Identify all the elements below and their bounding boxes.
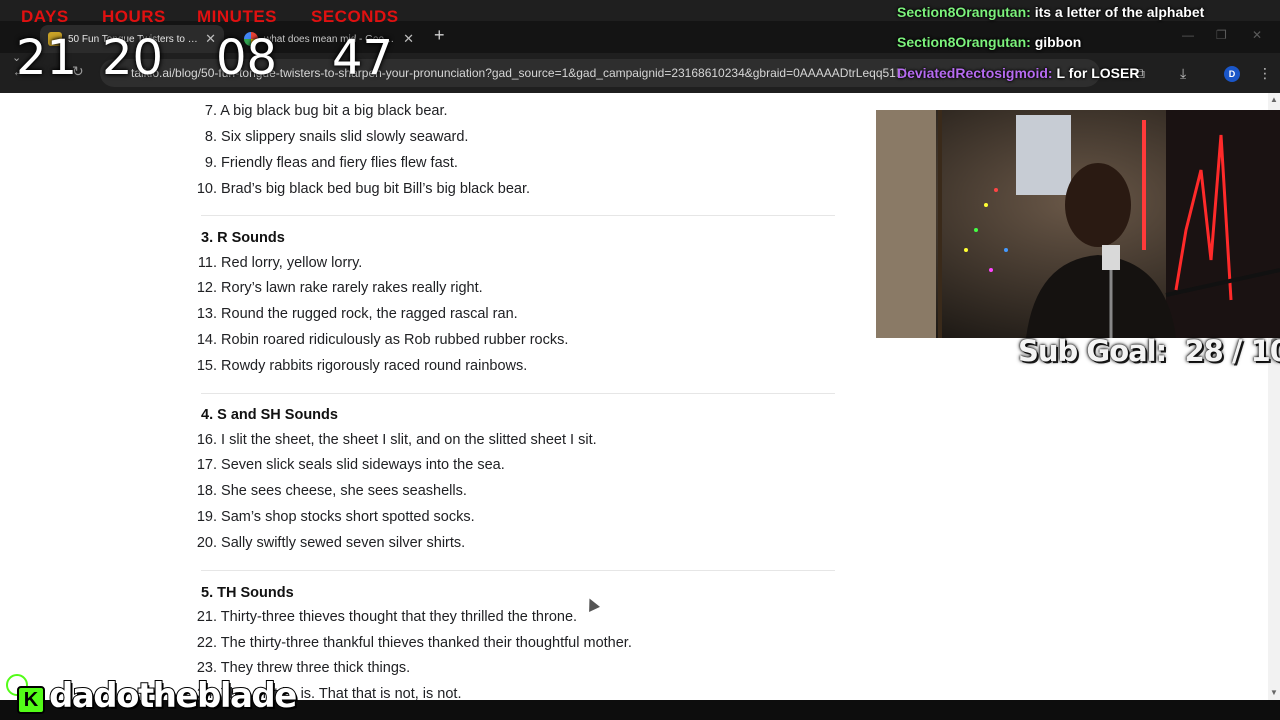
download-icon[interactable]: ⤓	[1180, 65, 1186, 82]
webcam-feed	[876, 110, 1280, 338]
chat-message: DeviatedRectosigmoid: L for LOSER	[897, 65, 1139, 81]
list-item: 20. Sally swiftly sewed seven silver shi…	[196, 535, 466, 551]
chat-username: Section8Orangutan:	[897, 34, 1031, 50]
menu-kebab-icon[interactable]: ⋮	[1258, 65, 1272, 82]
section-heading-th: 5. TH Sounds	[201, 585, 294, 601]
section-divider	[201, 215, 835, 216]
chat-message: Section8Orangutan: its a letter of the a…	[897, 4, 1204, 20]
minutes-label: MINUTES	[197, 7, 277, 26]
list-item: 11. Red lorry, yellow lorry.	[197, 255, 363, 271]
section-heading-s: 4. S and SH Sounds	[201, 407, 338, 423]
list-item: 22. The thirty-three thankful thieves th…	[196, 635, 632, 651]
new-tab-button[interactable]: +	[434, 26, 445, 44]
minutes-value: 08	[216, 30, 278, 86]
days-value: 21	[16, 30, 78, 86]
chat-username: Section8Orangutan:	[897, 4, 1031, 20]
profile-avatar[interactable]: D	[1224, 66, 1240, 82]
list-item: 23. They threw three thick things.	[196, 660, 411, 676]
close-window-icon[interactable]: ✕	[1252, 28, 1262, 42]
maximize-icon[interactable]: ❐	[1216, 28, 1227, 42]
list-item: 17. Seven slick seals slid sideways into…	[196, 457, 505, 473]
streamer-name: dadotheblade	[48, 675, 298, 717]
mouse-cursor-icon	[584, 596, 600, 612]
list-item: 14. Robin roared ridiculously as Rob rub…	[196, 332, 569, 348]
hours-value: 20	[102, 30, 164, 86]
days-label: DAYS	[21, 7, 69, 26]
list-item: 19. Sam’s shop stocks short spotted sock…	[196, 509, 475, 525]
list-item: 16. I slit the sheet, the sheet I slit, …	[196, 432, 597, 448]
list-item: 8. Six slippery snails slid slowly seawa…	[204, 129, 469, 145]
section-heading-r: 3. R Sounds	[201, 230, 285, 246]
chat-message: Section8Orangutan: gibbon	[897, 34, 1081, 50]
list-item: 21. Thirty-three thieves thought that th…	[196, 609, 578, 625]
scroll-up-arrow-icon[interactable]: ▲	[1270, 95, 1278, 104]
list-item: 15. Rowdy rabbits rigorously raced round…	[196, 358, 528, 374]
webcam-image	[876, 110, 1280, 338]
section-divider	[201, 393, 835, 394]
list-item: 7. A big black bug bit a big black bear.	[204, 103, 448, 119]
chat-text: gibbon	[1034, 34, 1082, 50]
seconds-value: 47	[332, 30, 394, 86]
list-item: 12. Rory’s lawn rake rarely rakes really…	[196, 280, 483, 296]
list-item: 13. Round the rugged rock, the ragged ra…	[196, 306, 518, 322]
seconds-label: SECONDS	[311, 7, 399, 26]
list-item: 18. She sees cheese, she sees seashells.	[196, 483, 467, 499]
chat-username: DeviatedRectosigmoid:	[897, 65, 1053, 81]
section-divider	[201, 570, 835, 571]
countdown-timer: DAYS HOURS MINUTES SECONDS 21 20 08 47	[0, 0, 420, 86]
chat-text: L for LOSER	[1056, 65, 1140, 81]
kick-icon: K	[17, 686, 45, 714]
hours-label: HOURS	[102, 7, 166, 26]
minimize-icon[interactable]: —	[1182, 28, 1194, 42]
scroll-down-arrow-icon[interactable]: ▼	[1270, 688, 1278, 697]
sub-goal-counter: Sub Goal: 28 / 100	[1018, 334, 1280, 368]
chat-text: its a letter of the alphabet	[1034, 4, 1205, 20]
list-item: 9. Friendly fleas and fiery flies flew f…	[204, 155, 458, 171]
sub-goal-value: 28 / 100	[1184, 334, 1280, 368]
list-item: 10. Brad’s big black bed bug bit Bill’s …	[196, 181, 531, 197]
sub-goal-label: Sub Goal:	[1018, 334, 1167, 368]
